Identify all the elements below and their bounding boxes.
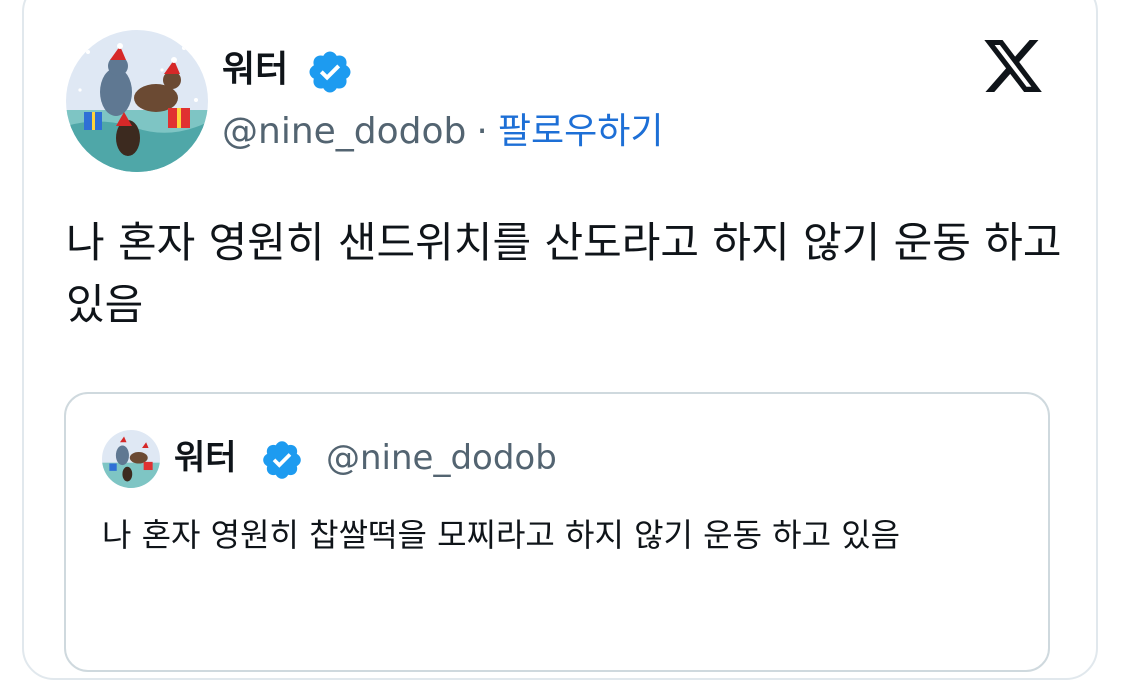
follow-link[interactable]: 팔로우하기 <box>498 111 664 152</box>
author-handle-row: @nine_dodob · 팔로우하기 <box>222 108 663 156</box>
tweet-text: 나 혼자 영원히 샌드위치를 산도라고 하지 않기 운동 하고 있음 <box>66 218 1062 329</box>
author-avatar[interactable] <box>66 30 208 172</box>
author-handle[interactable]: @nine_dodob <box>222 111 466 152</box>
x-logo-icon[interactable] <box>980 34 1046 98</box>
quoted-avatar-image <box>102 430 160 488</box>
quoted-tweet[interactable]: 워터 @nine_dodob 나 혼자 영원히 찹쌀떡을 모찌라고 하지 않기 … <box>64 392 1050 672</box>
quoted-verified-badge-icon <box>263 441 301 479</box>
quoted-author-display-name: 워터 <box>174 438 237 478</box>
separator-dot: · <box>476 111 488 152</box>
quoted-author-handle: @nine_dodob <box>326 438 557 478</box>
quoted-tweet-text: 나 혼자 영원히 찹쌀떡을 모찌라고 하지 않기 운동 하고 있음 <box>102 516 901 554</box>
author-display-name[interactable]: 워터 <box>222 46 288 94</box>
quoted-author-avatar <box>102 430 160 488</box>
verified-badge-icon <box>309 51 351 93</box>
christmas-avatar-image <box>66 30 208 172</box>
